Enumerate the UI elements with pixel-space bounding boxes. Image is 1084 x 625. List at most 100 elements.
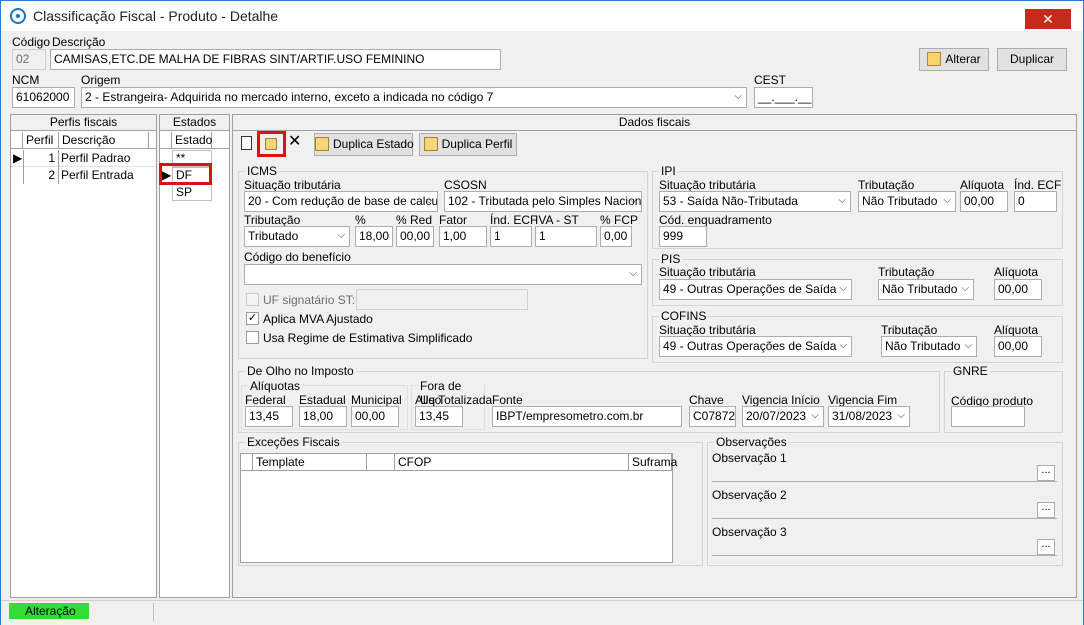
chevron-down-icon: ⌵ (964, 340, 972, 351)
icms-situacao-label: Situação tributária (244, 178, 341, 192)
federal-field[interactable]: 13,45 (245, 406, 293, 427)
chevron-down-icon: ⌵ (734, 91, 742, 102)
title-bar: Classificação Fiscal - Produto - Detalhe… (1, 1, 1083, 31)
olho-title: De Olho no Imposto (245, 364, 356, 378)
ipi-situacao-select[interactable]: 53 - Saída Não-Tributada ⌵ (659, 191, 851, 212)
uf-signatario-field[interactable] (356, 289, 528, 310)
fator-label: Fator (439, 213, 468, 227)
pct-red-label: % Red (396, 213, 433, 227)
obs3-field[interactable] (712, 555, 1057, 556)
regime-estimativa-checkbox[interactable] (246, 331, 259, 344)
obs3-browse-button[interactable]: ... (1037, 539, 1055, 555)
ncm-field[interactable]: 61062000 (12, 87, 75, 108)
duplica-estado-button[interactable]: Duplica Estado (314, 133, 414, 156)
col-perfil[interactable]: Perfil (23, 132, 59, 149)
aplica-mva-label: Aplica MVA Ajustado (263, 312, 373, 326)
chave-label: Chave (689, 393, 724, 407)
csosn-select[interactable]: 102 - Tributada pelo Simples Naciona ⌵ (444, 191, 642, 212)
icms-situacao-select[interactable]: 20 - Com redução de base de calcul ⌵ (244, 191, 438, 212)
pis-situacao-value: 49 - Outras Operações de Saída (663, 282, 837, 296)
enquadramento-field[interactable]: 999 (659, 226, 707, 247)
codigo-label: Código (12, 35, 51, 49)
duplica-perfil-label: Duplica Perfil (441, 137, 513, 151)
fonte-field[interactable]: IBPT/empresometro.com.br (492, 406, 682, 427)
ipi-title: IPI (659, 164, 678, 178)
col-suframa[interactable]: Suframa (629, 454, 677, 471)
obs1-field[interactable] (712, 481, 1057, 482)
col-descricao[interactable]: Descrição (59, 132, 149, 149)
fator-field[interactable]: 1,00 (439, 226, 487, 247)
cest-label: CEST (754, 73, 787, 87)
cofins-tributacao-value: Não Tributado (885, 339, 961, 353)
icms-situacao-value: 20 - Com redução de base de calcul (248, 194, 438, 208)
delete-icon[interactable]: ✕ (288, 134, 301, 150)
cofins-tributacao-select[interactable]: Não Tributado ⌵ (881, 336, 977, 357)
codigo-produto-field[interactable] (951, 406, 1025, 427)
vigencia-inicio-picker[interactable]: 20/07/2023 ⌵ (742, 406, 824, 427)
ncm-label: NCM (12, 73, 40, 87)
uf-signatario-checkbox[interactable] (246, 293, 259, 306)
obs3-label: Observação 3 (712, 525, 787, 539)
ipi-tributacao-select[interactable]: Não Tributado ⌵ (858, 191, 956, 212)
cofins-situacao-select[interactable]: 49 - Outras Operações de Saída ⌵ (659, 336, 852, 357)
duplica-perfil-button[interactable]: Duplica Perfil (419, 133, 517, 156)
chave-field[interactable]: C07872 (689, 406, 736, 427)
beneficio-select[interactable]: ⌵ (244, 264, 642, 285)
close-button[interactable]: ✕ (1025, 9, 1071, 29)
pct-label: % (355, 213, 366, 227)
excecoes-grid[interactable]: Template CFOP Suframa (240, 453, 677, 563)
obs2-field[interactable] (712, 518, 1057, 519)
pis-situacao-label: Situação tributária (659, 265, 756, 279)
window: Classificação Fiscal - Produto - Detalhe… (0, 0, 1084, 625)
origem-select[interactable]: 2 - Estrangeira- Adquirida no mercado in… (81, 87, 747, 108)
new-document-icon[interactable] (238, 133, 256, 153)
col-template[interactable]: Template (253, 454, 367, 471)
cofins-aliquota-field[interactable]: 00,00 (994, 336, 1042, 357)
duplicate-icon (423, 137, 438, 151)
estadual-field[interactable]: 18,00 (299, 406, 347, 427)
aplica-mva-checkbox[interactable]: ✓ (246, 312, 259, 325)
obs2-browse-button[interactable]: ... (1037, 502, 1055, 518)
aliq-totalizada-field[interactable]: 13,45 (415, 406, 463, 427)
pct-red-field[interactable]: 00,00 (396, 226, 434, 247)
vigencia-inicio-value: 20/07/2023 (746, 409, 807, 423)
chevron-down-icon: ⌵ (629, 195, 637, 206)
vigencia-fim-picker[interactable]: 31/08/2023 ⌵ (828, 406, 910, 427)
col-cfop[interactable]: CFOP (395, 454, 629, 471)
table-row[interactable]: ▶ 1 Perfil Padrao (11, 150, 156, 167)
alterar-label: Alterar (945, 52, 981, 66)
gnre-title: GNRE (951, 364, 990, 378)
descricao-field[interactable]: CAMISAS,ETC.DE MALHA DE FIBRAS SINT/ARTI… (50, 49, 501, 70)
table-row[interactable]: 2 Perfil Entrada (11, 167, 156, 184)
icms-title: ICMS (245, 164, 279, 178)
alterar-button[interactable]: Alterar (919, 48, 989, 71)
fonte-label: Fonte (492, 393, 523, 407)
federal-label: Federal (245, 393, 286, 407)
observacoes-title: Observações (714, 435, 789, 449)
pis-situacao-select[interactable]: 49 - Outras Operações de Saída ⌵ (659, 279, 852, 300)
iva-st-label: IVA - ST (535, 213, 579, 227)
col-estado[interactable]: Estado (172, 132, 212, 149)
icms-tributacao-select[interactable]: Tributado ⌵ (244, 226, 350, 247)
ipi-ind-ecf-field[interactable]: 0 (1014, 191, 1057, 212)
icms-tributacao-label: Tributação (244, 213, 301, 227)
pis-tributacao-select[interactable]: Não Tributado ⌵ (878, 279, 974, 300)
col-blank (367, 454, 395, 471)
codigo-field[interactable]: 02 (12, 49, 46, 70)
pis-tributacao-label: Tributação (878, 265, 935, 279)
obs1-browse-button[interactable]: ... (1037, 465, 1055, 481)
municipal-field[interactable]: 00,00 (351, 406, 399, 427)
pct-fcp-field[interactable]: 0,00 (600, 226, 632, 247)
icms-ind-ecf-field[interactable]: 1 (490, 226, 532, 247)
cest-field[interactable]: __.___.__ (754, 87, 813, 108)
pct-field[interactable]: 18,00 (355, 226, 393, 247)
pis-aliquota-field[interactable]: 00,00 (994, 279, 1042, 300)
perfis-panel: Perfis fiscais Perfil Descrição ▶ 1 Perf… (10, 114, 157, 598)
pct-fcp-label: % FCP (600, 213, 639, 227)
iva-st-field[interactable]: 1 (535, 226, 597, 247)
duplicar-button[interactable]: Duplicar (997, 48, 1067, 71)
list-item[interactable]: SP (172, 184, 212, 201)
ipi-aliquota-field[interactable]: 00,00 (960, 191, 1008, 212)
estados-panel: Estados Estado ** ▶ DF SP (159, 114, 230, 598)
chevron-down-icon: ⌵ (943, 195, 951, 206)
